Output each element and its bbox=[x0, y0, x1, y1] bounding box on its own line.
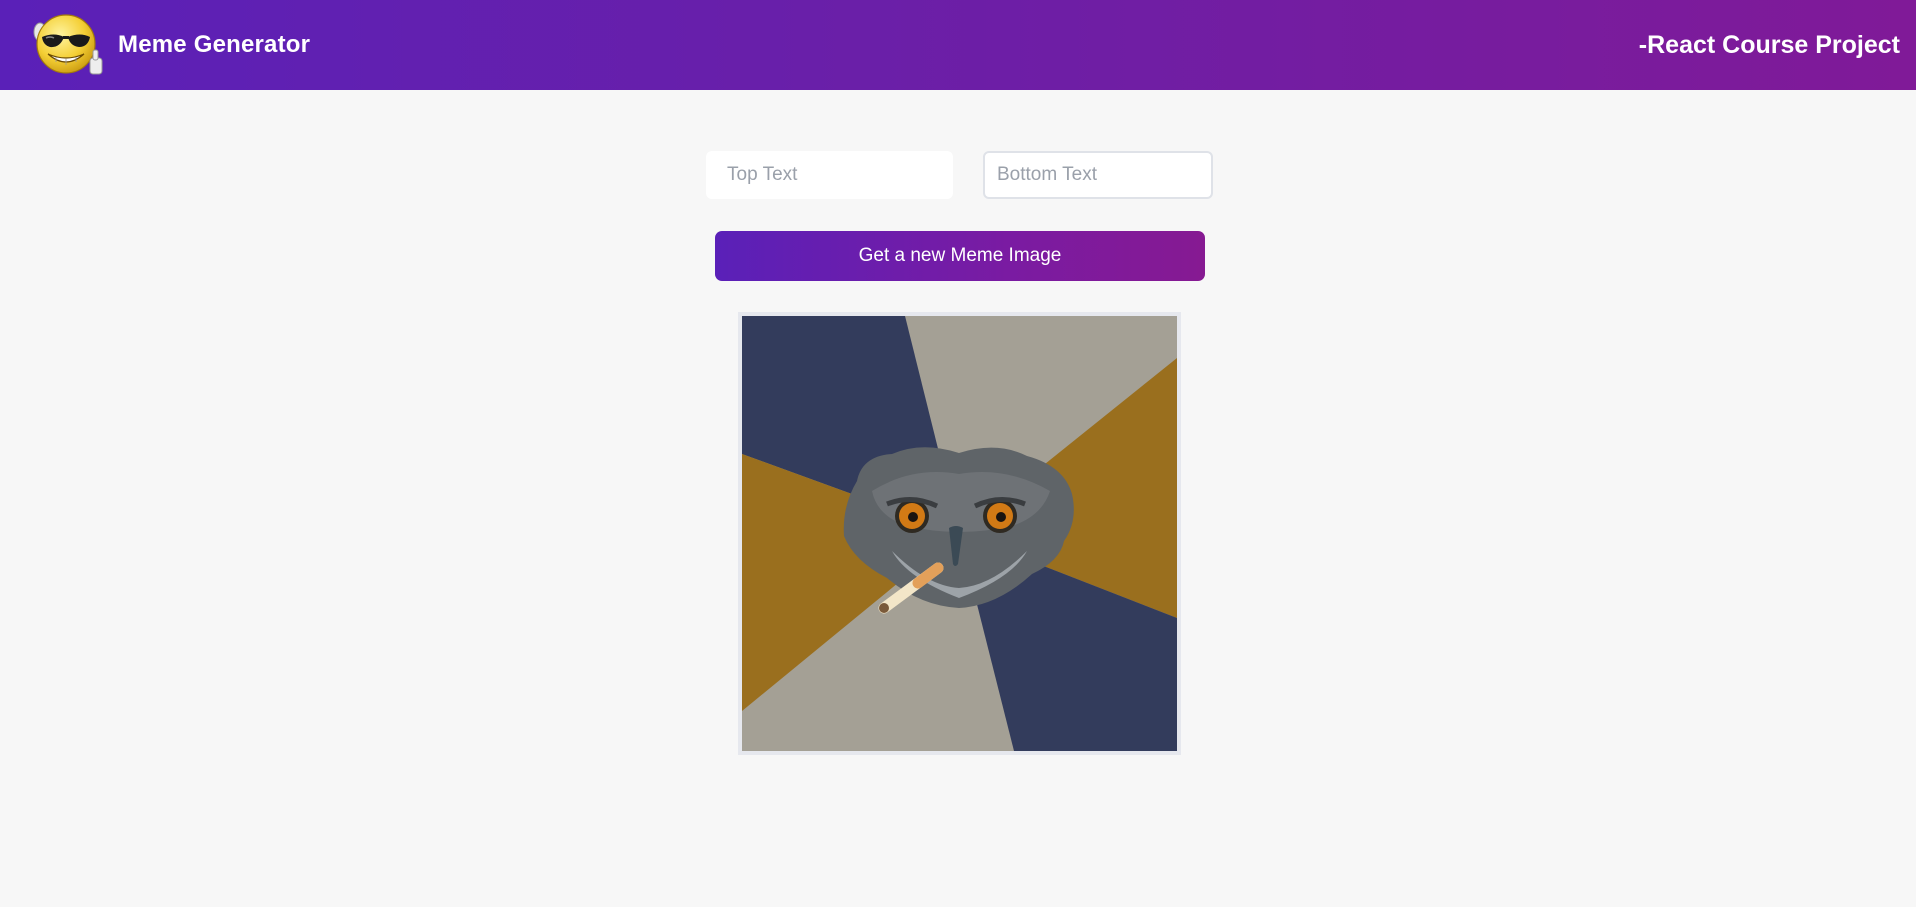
app-title: Meme Generator bbox=[118, 31, 311, 58]
project-label: -React Course Project bbox=[1638, 30, 1900, 59]
get-new-meme-button[interactable]: Get a new Meme Image bbox=[715, 231, 1205, 281]
bottom-text-input[interactable] bbox=[983, 151, 1213, 199]
top-text-input[interactable] bbox=[706, 151, 953, 199]
sunglasses-smiley-thumbs-up-icon bbox=[33, 14, 103, 75]
meme-image-frame bbox=[738, 312, 1181, 755]
brand: Meme Generator bbox=[30, 10, 310, 80]
app-header: Meme Generator -React Course Project bbox=[0, 0, 1916, 90]
owl-with-cigarette-meme-image bbox=[742, 316, 1177, 751]
